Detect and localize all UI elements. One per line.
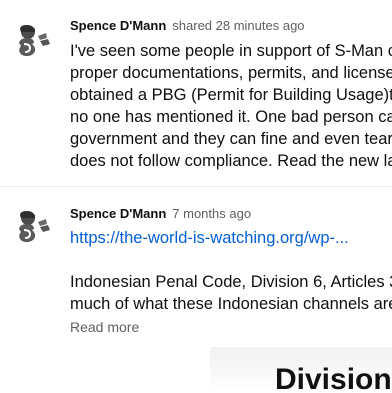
comment-text-line: no one has mentioned it. One bad person … [70, 108, 392, 126]
comment-text: Indonesian Penal Code, Division 6, Artic… [70, 271, 392, 315]
comment-text-line: much of what these Indonesian channels a… [70, 295, 392, 313]
comment-link[interactable]: https://the-world-is-watching.org/wp-... [70, 227, 349, 249]
comment-text-line: obtained a PBG (Permit for Building Usag… [70, 86, 392, 104]
comment-2: Spence D'Mann 7 months ago https://the-wo… [0, 186, 392, 393]
comment-text-line: I've seen some people in support of S-Ma… [70, 42, 392, 60]
timestamp[interactable]: 7 months ago [172, 206, 251, 221]
comment-text-line: does not follow compliance. Read the new… [70, 152, 392, 170]
timestamp[interactable]: shared 28 minutes ago [172, 18, 304, 33]
avatar-silhouette-person-icon[interactable] [14, 208, 54, 248]
image-heading: Division S [275, 363, 392, 393]
comment-text-line: Indonesian Penal Code, Division 6, Artic… [70, 273, 392, 291]
comment-text-line: government and they can fine and even te… [70, 130, 392, 148]
comment-header: Spence D'Mann shared 28 minutes ago [70, 18, 305, 34]
author-name[interactable]: Spence D'Mann [70, 206, 166, 221]
attached-image[interactable]: Division S [210, 347, 392, 393]
avatar-silhouette-person-icon[interactable] [14, 22, 54, 62]
comment-text-line: proper documentations, permits, and lice… [70, 64, 392, 82]
read-more-button[interactable]: Read more [70, 318, 139, 336]
author-name[interactable]: Spence D'Mann [70, 18, 166, 33]
comment-1: Spence D'Mann shared 28 minutes ago I've … [0, 0, 392, 186]
comment-text: I've seen some people in support of S-Ma… [70, 40, 392, 172]
comment-header: Spence D'Mann 7 months ago [70, 206, 251, 222]
